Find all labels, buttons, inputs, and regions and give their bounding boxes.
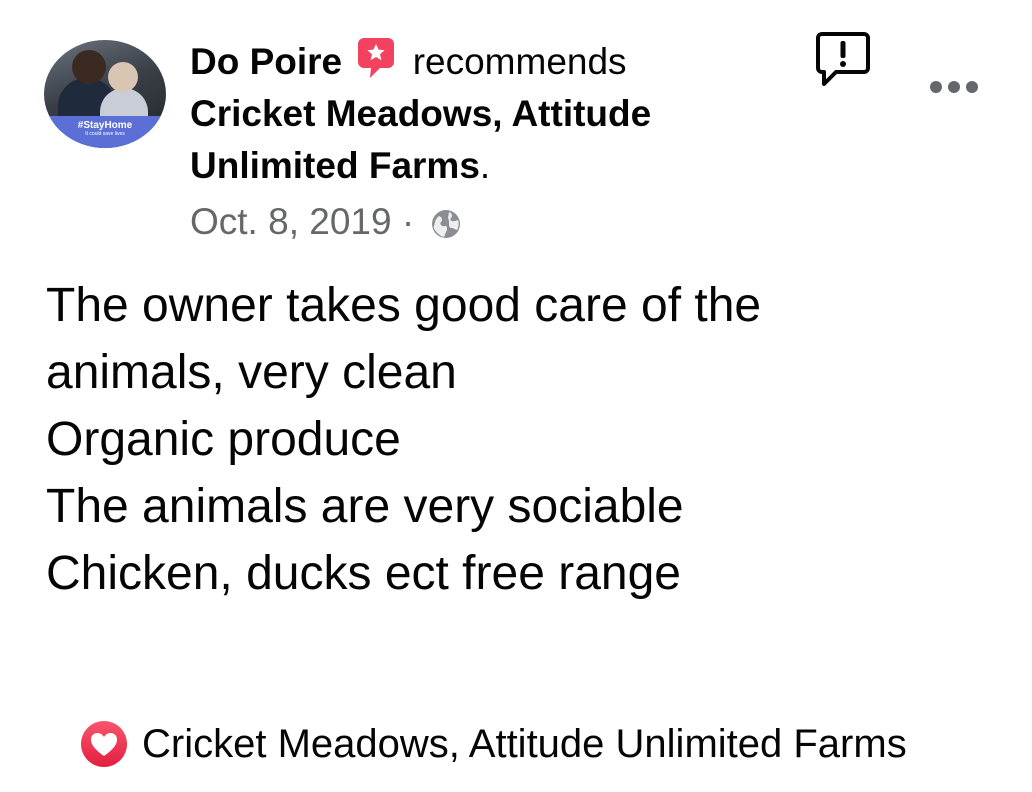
recommendation-footer[interactable]: Cricket Meadows, Attitude Unlimited Farm… [80,716,907,772]
globe-icon [432,210,461,238]
recommends-text: recommends [412,41,627,82]
author-name-link[interactable]: Do Poire [190,41,342,82]
avatar-person-head [108,62,138,92]
post-body-line: animals, very clean [46,346,457,399]
post-date[interactable]: Oct. 8, 2019 [190,201,392,242]
more-options-icon[interactable] [928,76,980,98]
report-icon[interactable] [814,30,872,88]
post-header: Do Poire recommends Cricket Meadows, Att… [190,36,750,192]
post-body-line: Chicken, ducks ect free range [46,547,681,600]
avatar-stayhome-frame: #StayHome It could save lives [44,116,166,148]
footer-page-link[interactable]: Cricket Meadows, Attitude Unlimited Farm… [142,722,907,767]
avatar-badge-tag: #StayHome [77,120,133,131]
avatar-badge-sub: It could save lives [85,131,125,137]
header-period: . [479,145,491,186]
post-body-line: The owner takes good care of the [46,279,762,332]
author-avatar[interactable]: #StayHome It could save lives [44,40,166,148]
post-meta: Oct. 8, 2019 · [190,196,462,248]
heart-icon [81,721,127,767]
post-body: The owner takes good care of the animals… [46,272,986,607]
post-body-line: The animals are very sociable [46,480,684,533]
avatar-person-head [72,50,106,84]
recommend-star-icon [358,38,395,78]
page-name-link[interactable]: Cricket Meadows, Attitude Unlimited Farm… [190,93,651,186]
meta-separator: · [401,201,415,242]
post-body-line: Organic produce [46,413,401,466]
